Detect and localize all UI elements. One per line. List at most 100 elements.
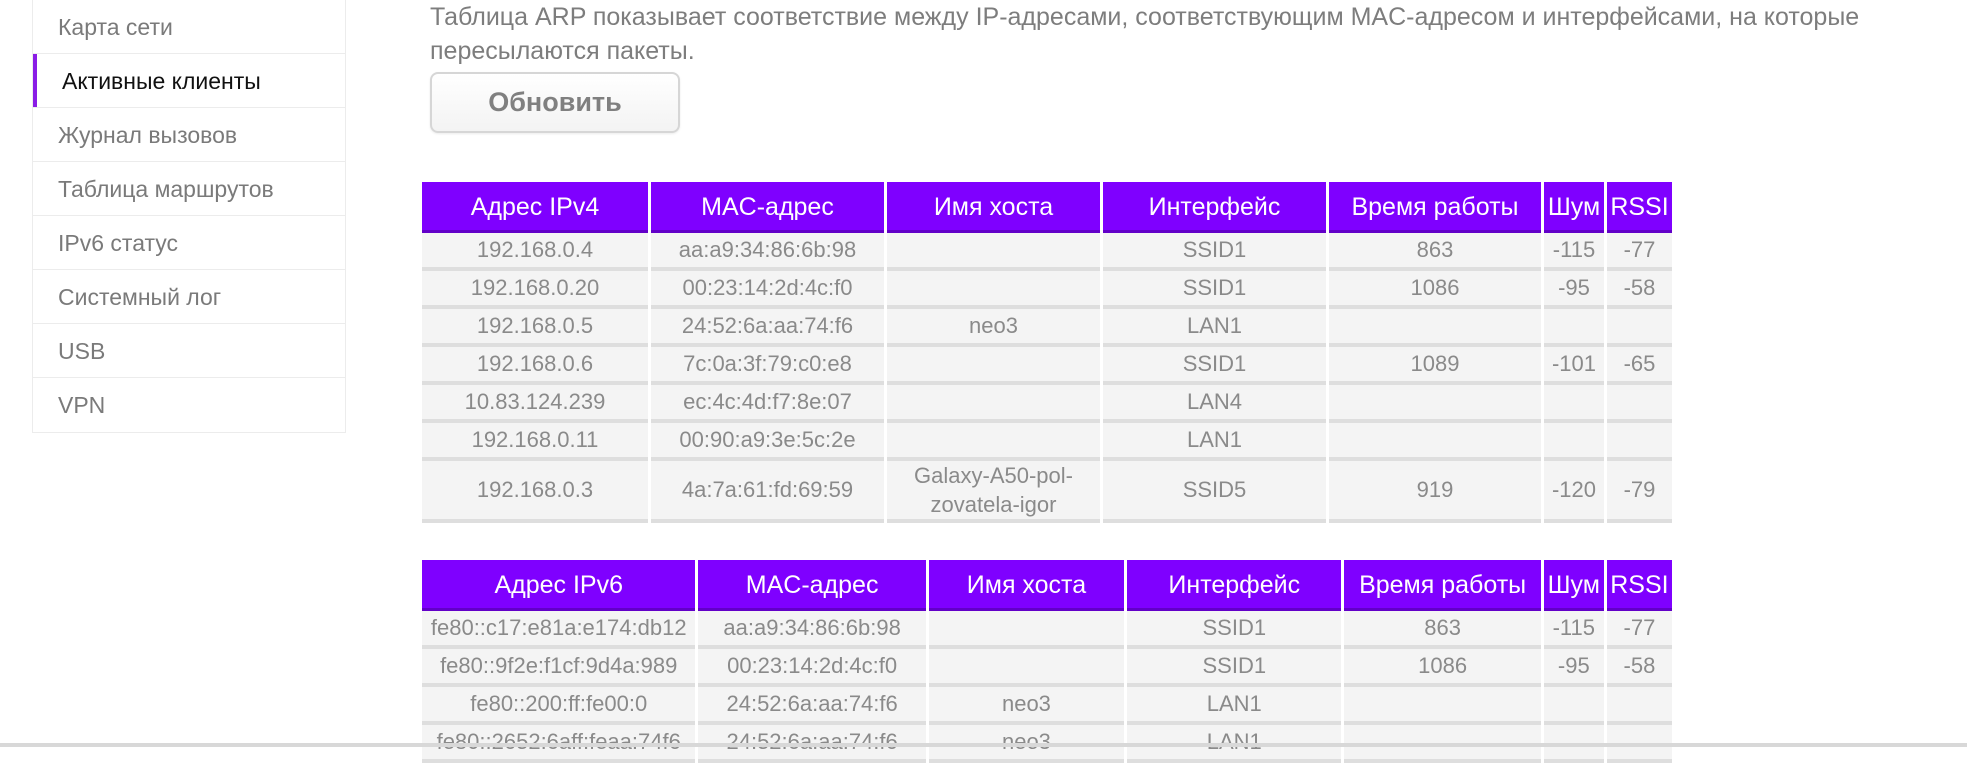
cell-noise: -115 xyxy=(1543,611,1604,649)
table-row: fe80::c17:e81a:e174:db12 aa:a9:34:86:6b:9… xyxy=(422,611,1672,649)
cell-mac: 00:23:14:2d:4c:f0 xyxy=(698,649,926,687)
cell-noise xyxy=(1543,687,1604,725)
cell-noise xyxy=(1544,385,1604,423)
cell-address: 192.168.0.11 xyxy=(422,423,648,461)
column-header-rssi: RSSI xyxy=(1606,560,1672,611)
cell-mac: aa:a9:34:86:6b:98 xyxy=(698,611,926,649)
table-row: 192.168.0.3 4a:7a:61:fd:69:59 Galaxy-A50-p… xyxy=(422,461,1672,523)
table-header-row: Адрес IPv6 MAC-адрес Имя хоста Интерфейс Вре… xyxy=(422,560,1672,611)
sidebar-item-call-log[interactable]: Журнал вызовов xyxy=(33,108,345,162)
cell-hostname xyxy=(887,423,1100,461)
table-row: 10.83.124.239 ec:4c:4d:f7:8e:07 LAN4 xyxy=(422,385,1672,423)
cell-mac: 00:90:a9:3e:5c:2e xyxy=(651,423,884,461)
cell-mac: ec:4c:4d:f7:8e:07 xyxy=(651,385,884,423)
ipv4-arp-table: Адрес IPv4 MAC-адрес Имя хоста Интерфейс Вре… xyxy=(419,182,1675,523)
table-row: 192.168.0.6 7c:0a:3f:79:c0:e8 SSID1 1089 -10… xyxy=(422,347,1672,385)
cell-address: 192.168.0.6 xyxy=(422,347,648,385)
ipv6-arp-table: Адрес IPv6 MAC-адрес Имя хоста Интерфейс Вре… xyxy=(419,560,1675,763)
cell-rssi: -65 xyxy=(1607,347,1672,385)
cell-interface: LAN1 xyxy=(1127,687,1342,725)
cell-hostname: neo3 xyxy=(887,309,1100,347)
cell-hostname: Galaxy-A50-pol-zovatela-igor xyxy=(887,461,1100,523)
cell-uptime: 919 xyxy=(1329,461,1541,523)
cell-mac: 7c:0a:3f:79:c0:e8 xyxy=(651,347,884,385)
cell-address: 192.168.0.4 xyxy=(422,233,648,271)
cell-uptime: 863 xyxy=(1344,611,1541,649)
cell-address: 10.83.124.239 xyxy=(422,385,648,423)
cell-mac: 4a:7a:61:fd:69:59 xyxy=(651,461,884,523)
cell-uptime xyxy=(1329,423,1541,461)
column-header-interface: Интерфейс xyxy=(1103,182,1326,233)
cell-address: 192.168.0.20 xyxy=(422,271,648,309)
table-row: fe80::9f2e:f1cf:9d4a:989 00:23:14:2d:4c:f… xyxy=(422,649,1672,687)
cell-address: fe80::9f2e:f1cf:9d4a:989 xyxy=(422,649,696,687)
column-header-mac: MAC-адрес xyxy=(651,182,884,233)
column-header-hostname: Имя хоста xyxy=(887,182,1100,233)
cell-address: 192.168.0.3 xyxy=(422,461,648,523)
cell-interface: SSID1 xyxy=(1103,347,1326,385)
cell-rssi xyxy=(1607,385,1672,423)
table-row: 192.168.0.20 00:23:14:2d:4c:f0 SSID1 1086 -9… xyxy=(422,271,1672,309)
cell-hostname: neo3 xyxy=(928,687,1125,725)
table-row: 192.168.0.11 00:90:a9:3e:5c:2e LAN1 xyxy=(422,423,1672,461)
cell-noise: -120 xyxy=(1544,461,1604,523)
refresh-button[interactable]: Обновить xyxy=(430,72,680,133)
cell-interface: SSID1 xyxy=(1127,649,1342,687)
cell-rssi: -58 xyxy=(1606,649,1672,687)
column-header-noise: Шум xyxy=(1544,182,1604,233)
cell-noise: -95 xyxy=(1544,271,1604,309)
cell-interface: SSID1 xyxy=(1127,611,1342,649)
sidebar-item-active-clients[interactable]: Активные клиенты xyxy=(33,54,345,108)
column-header-address: Адрес IPv4 xyxy=(422,182,648,233)
cell-uptime: 863 xyxy=(1329,233,1541,271)
sidebar: Карта сети Активные клиенты Журнал вызов… xyxy=(32,0,346,433)
table-header-row: Адрес IPv4 MAC-адрес Имя хоста Интерфейс Вре… xyxy=(422,182,1672,233)
cell-uptime: 1086 xyxy=(1329,271,1541,309)
sidebar-item-network-map[interactable]: Карта сети xyxy=(33,0,345,54)
cell-noise: -101 xyxy=(1544,347,1604,385)
column-header-uptime: Время работы xyxy=(1344,560,1541,611)
column-header-interface: Интерфейс xyxy=(1127,560,1342,611)
column-header-hostname: Имя хоста xyxy=(928,560,1125,611)
cell-rssi: -77 xyxy=(1606,611,1672,649)
sidebar-item-routing-table[interactable]: Таблица маршрутов xyxy=(33,162,345,216)
sidebar-item-usb[interactable]: USB xyxy=(33,324,345,378)
cell-interface: SSID5 xyxy=(1103,461,1326,523)
column-header-address: Адрес IPv6 xyxy=(422,560,696,611)
cell-rssi: -58 xyxy=(1607,271,1672,309)
cell-mac: 24:52:6a:aa:74:f6 xyxy=(651,309,884,347)
column-header-rssi: RSSI xyxy=(1607,182,1672,233)
cell-hostname xyxy=(887,385,1100,423)
sidebar-item-vpn[interactable]: VPN xyxy=(33,378,345,432)
cell-mac: aa:a9:34:86:6b:98 xyxy=(651,233,884,271)
bottom-divider xyxy=(0,743,1967,747)
cell-interface: LAN1 xyxy=(1103,309,1326,347)
sidebar-item-ipv6-status[interactable]: IPv6 статус xyxy=(33,216,345,270)
cell-rssi: -77 xyxy=(1607,233,1672,271)
cell-interface: SSID1 xyxy=(1103,271,1326,309)
column-header-mac: MAC-адрес xyxy=(698,560,926,611)
cell-noise xyxy=(1544,423,1604,461)
cell-interface: LAN1 xyxy=(1103,423,1326,461)
cell-uptime: 1089 xyxy=(1329,347,1541,385)
cell-noise: -95 xyxy=(1543,649,1604,687)
cell-noise: -115 xyxy=(1544,233,1604,271)
cell-uptime xyxy=(1329,385,1541,423)
cell-hostname xyxy=(887,233,1100,271)
cell-hostname xyxy=(887,347,1100,385)
cell-uptime: 1086 xyxy=(1344,649,1541,687)
sidebar-item-system-log[interactable]: Системный лог xyxy=(33,270,345,324)
cell-rssi xyxy=(1607,423,1672,461)
cell-address: 192.168.0.5 xyxy=(422,309,648,347)
cell-interface: LAN4 xyxy=(1103,385,1326,423)
cell-rssi xyxy=(1606,687,1672,725)
cell-mac: 24:52:6a:aa:74:f6 xyxy=(698,687,926,725)
table-row: 192.168.0.4 aa:a9:34:86:6b:98 SSID1 863 -115… xyxy=(422,233,1672,271)
cell-address: fe80::c17:e81a:e174:db12 xyxy=(422,611,696,649)
arp-description: Таблица ARP показывает соответствие межд… xyxy=(430,3,1860,65)
cell-mac: 00:23:14:2d:4c:f0 xyxy=(651,271,884,309)
table-row: 192.168.0.5 24:52:6a:aa:74:f6 neo3 LAN1 xyxy=(422,309,1672,347)
column-header-uptime: Время работы xyxy=(1329,182,1541,233)
cell-noise xyxy=(1544,309,1604,347)
table-row: fe80::200:ff:fe00:0 24:52:6a:aa:74:f6 neo3… xyxy=(422,687,1672,725)
